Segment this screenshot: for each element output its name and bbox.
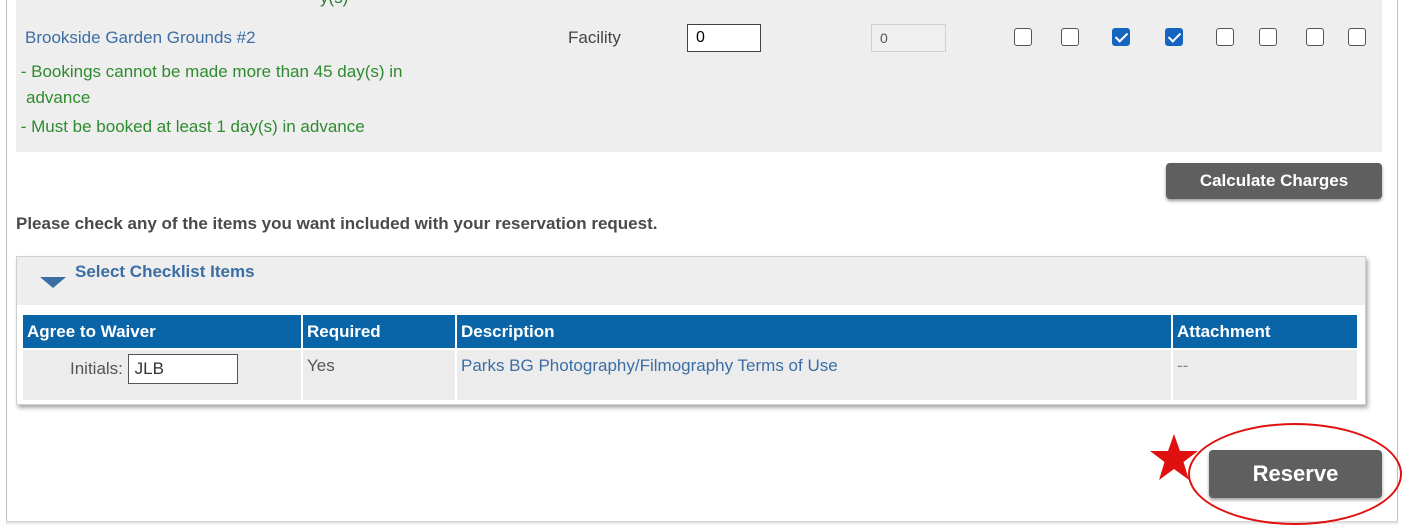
day-checkbox[interactable] — [1112, 28, 1130, 46]
readonly-count-field: 0 — [871, 24, 946, 52]
table-header-row: Agree to Waiver Required Description Att… — [23, 315, 1359, 348]
attachment-cell: -- — [1173, 348, 1359, 400]
reserve-button[interactable]: Reserve — [1209, 450, 1382, 498]
table-row: Initials: JLB Yes Parks BG Photography/F… — [23, 348, 1359, 400]
collapse-triangle-icon[interactable] — [40, 277, 66, 288]
annotation-star-icon — [1150, 434, 1198, 480]
frame-shadow — [6, 521, 1398, 525]
checklist-instruction: Please check any of the items you want i… — [16, 214, 658, 233]
checklist-table: Agree to Waiver Required Description Att… — [23, 315, 1359, 400]
quantity-input[interactable] — [687, 24, 761, 52]
booking-rule-min-advance: - Must be booked at least 1 day(s) in ad… — [16, 117, 365, 136]
description-cell: Parks BG Photography/Filmography Terms o… — [457, 348, 1173, 400]
checklist-panel-header[interactable]: Select Checklist Items — [17, 257, 1365, 305]
booking-rule-max-advance: - Bookings cannot be made more than 45 d… — [16, 62, 403, 81]
facility-type-label: Facility — [568, 28, 621, 47]
initials-input[interactable]: JLB — [127, 354, 238, 384]
facility-name-link[interactable]: Brookside Garden Grounds #2 — [25, 28, 256, 48]
checklist-panel-title[interactable]: Select Checklist Items — [75, 262, 255, 282]
day-checkbox[interactable] — [1165, 28, 1183, 46]
cutoff-text: y(s) — [320, 0, 348, 8]
day-checkbox[interactable] — [1216, 28, 1234, 46]
initials-label: Initials: — [70, 359, 123, 379]
calculate-charges-button[interactable]: Calculate Charges — [1166, 163, 1382, 199]
day-checkbox[interactable] — [1259, 28, 1277, 46]
column-header-attachment: Attachment — [1173, 315, 1359, 348]
day-checkbox[interactable] — [1348, 28, 1366, 46]
day-checkbox[interactable] — [1014, 28, 1032, 46]
checklist-panel: Select Checklist Items Agree to Waiver R… — [16, 256, 1366, 405]
day-checkbox[interactable] — [1061, 28, 1079, 46]
initials-cell: Initials: JLB — [23, 348, 303, 400]
column-header-description: Description — [457, 315, 1173, 348]
day-checkbox[interactable] — [1306, 28, 1324, 46]
required-cell: Yes — [303, 348, 457, 400]
terms-of-use-link[interactable]: Parks BG Photography/Filmography Terms o… — [461, 356, 838, 375]
column-header-required: Required — [303, 315, 457, 348]
column-header-agree: Agree to Waiver — [23, 315, 303, 348]
booking-rule-max-advance-cont: advance — [26, 88, 91, 107]
